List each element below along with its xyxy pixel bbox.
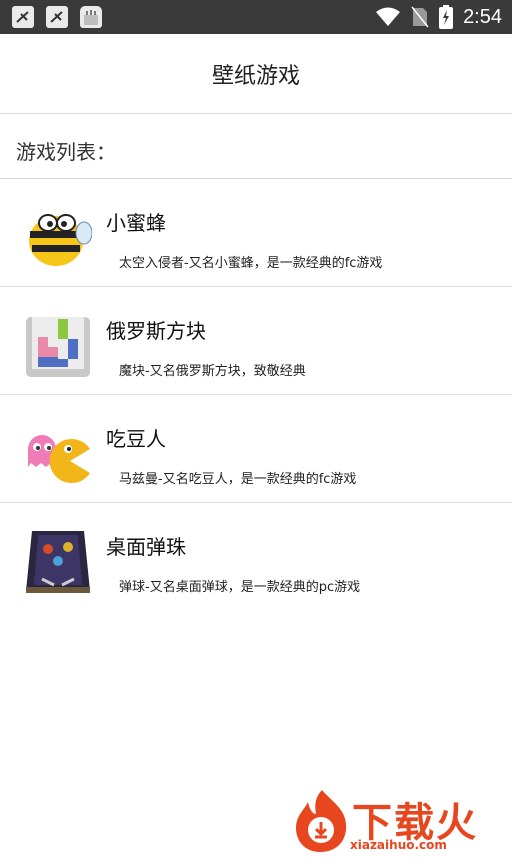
tetris-icon (26, 317, 90, 377)
pinball-icon (26, 531, 90, 593)
bee-icon (29, 214, 92, 266)
game-name: 小蜜蜂 (106, 211, 166, 235)
section-label: 游戏列表： (16, 140, 116, 164)
game-list: 小蜜蜂 太空入侵者-又名小蜜蜂，是一款经典的fc游戏 俄罗斯方块 魔块-又名俄罗… (0, 179, 512, 610)
android-download-icon (46, 6, 68, 28)
bag-icon (80, 6, 102, 28)
game-name: 俄罗斯方块 (106, 319, 206, 343)
list-item-pacman[interactable]: 吃豆人 马兹曼-又名吃豆人，是一款经典的fc游戏 (0, 395, 512, 503)
page-title: 壁纸游戏 (211, 64, 300, 89)
no-sim-icon (411, 6, 429, 28)
game-description: 弹球-又名桌面弹球，是一款经典的pc游戏 (119, 580, 361, 595)
notification-icons (12, 6, 102, 28)
watermark-url: xiazaihuo.com (350, 838, 447, 852)
game-description: 马兹曼-又名吃豆人，是一款经典的fc游戏 (119, 472, 357, 487)
list-item-tetris[interactable]: 俄罗斯方块 魔块-又名俄罗斯方块，致敬经典 (0, 287, 512, 395)
flame-logo-icon (296, 790, 347, 852)
game-description: 魔块-又名俄罗斯方块，致敬经典 (119, 364, 306, 379)
system-icons: 2:54 (375, 5, 502, 29)
watermark: 下载火 xiazaihuo.com (292, 788, 506, 856)
app-bar: 壁纸游戏 (0, 34, 512, 114)
android-download-icon (12, 6, 34, 28)
status-bar: 2:54 (0, 0, 512, 34)
game-description: 太空入侵者-又名小蜜蜂，是一款经典的fc游戏 (119, 256, 383, 271)
game-name: 桌面弹珠 (106, 535, 186, 559)
list-item-bee[interactable]: 小蜜蜂 太空入侵者-又名小蜜蜂，是一款经典的fc游戏 (0, 179, 512, 287)
section-header: 游戏列表： (0, 114, 512, 179)
clock: 2:54 (463, 5, 502, 28)
wifi-icon (376, 7, 401, 26)
pacman-icon (28, 435, 90, 483)
game-name: 吃豆人 (106, 427, 166, 451)
battery-charging-icon (439, 5, 454, 29)
list-item-pinball[interactable]: 桌面弹珠 弹球-又名桌面弹球，是一款经典的pc游戏 (0, 503, 512, 610)
